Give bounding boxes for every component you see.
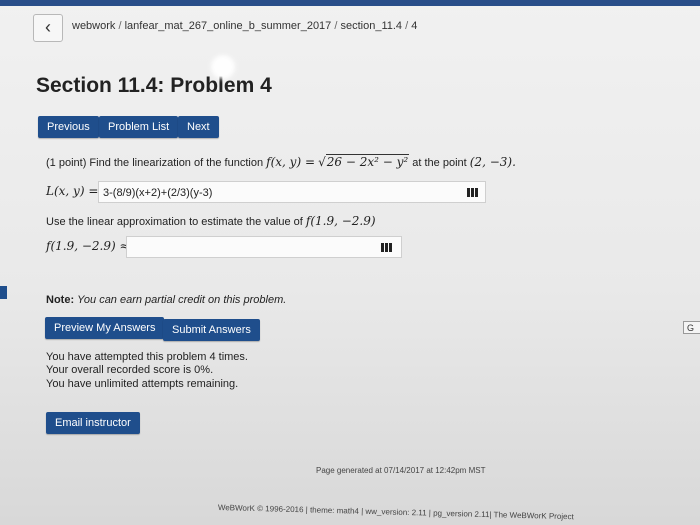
problem-statement: (1 point) Find the linearization of the … [46, 154, 516, 169]
breadcrumb-separator: / [334, 20, 338, 32]
score-text: Your overall recorded score is 0%. [46, 364, 214, 376]
function-radical: 26 − 2x² − y² [325, 154, 410, 169]
sidebar-marker [0, 286, 7, 299]
email-instructor-button[interactable]: Email instructor [46, 412, 140, 434]
linearization-label: L(x, y) = [46, 184, 99, 198]
webwork-page: ‹ webwork / lanfear_mat_267_online_b_sum… [0, 0, 700, 525]
approximation-prompt: Use the linear approximation to estimate… [46, 214, 376, 228]
note-text: You can earn partial credit on this prob… [77, 294, 287, 306]
linearization-input[interactable]: 3-(8/9)(x+2)+(2/3)(y-3) [98, 181, 486, 203]
screen-glare [211, 55, 235, 79]
breadcrumb-item-section[interactable]: section_11.4 [340, 20, 402, 32]
function-lhs: f(x, y) = [266, 155, 316, 169]
previous-button[interactable]: Previous [38, 116, 99, 138]
page-generated-text: Page generated at 07/14/2017 at 12:42pm … [316, 466, 486, 475]
problem-points: (1 point) [46, 157, 87, 169]
breadcrumb-separator: / [405, 20, 409, 32]
approximation-expression: f(1.9, −2.9) [305, 214, 376, 228]
estimate-label: f(1.9, −2.9) ≈ [46, 239, 130, 253]
problem-point: (2, −3). [469, 155, 516, 169]
remaining-text: You have unlimited attempts remaining. [46, 378, 239, 390]
footer-credits: WeBWorK © 1996-2016 | theme: math4 | ww_… [217, 503, 574, 522]
note: Note: You can earn partial credit on thi… [46, 294, 286, 306]
grid-icon[interactable] [467, 188, 478, 197]
approximation-prompt-text: Use the linear approximation to estimate… [46, 216, 303, 228]
breadcrumb-item-problem: 4 [411, 20, 418, 32]
grid-icon[interactable] [381, 243, 392, 252]
problem-prompt: Find the linearization of the function [89, 157, 264, 169]
attempts-text: You have attempted this problem 4 times. [46, 351, 248, 363]
next-button[interactable]: Next [178, 116, 219, 138]
breadcrumb-separator: / [118, 20, 122, 32]
breadcrumb-item-course[interactable]: lanfear_mat_267_online_b_summer_2017 [125, 20, 332, 32]
problem-list-button[interactable]: Problem List [99, 116, 179, 138]
breadcrumb-item-webwork[interactable]: webwork [72, 20, 115, 32]
note-label: Note: [46, 294, 75, 306]
estimate-input[interactable] [126, 236, 402, 258]
back-button[interactable]: ‹ [33, 14, 63, 42]
browser-top-bar [0, 0, 700, 6]
breadcrumb: webwork / lanfear_mat_267_online_b_summe… [72, 20, 417, 32]
problem-prompt-mid: at the point [412, 157, 467, 169]
side-tab-button[interactable]: G [683, 321, 700, 334]
submit-answers-button[interactable]: Submit Answers [163, 319, 260, 341]
chevron-left-icon: ‹ [45, 17, 51, 37]
page-title: Section 11.4: Problem 4 [36, 74, 272, 97]
preview-answers-button[interactable]: Preview My Answers [45, 317, 165, 339]
